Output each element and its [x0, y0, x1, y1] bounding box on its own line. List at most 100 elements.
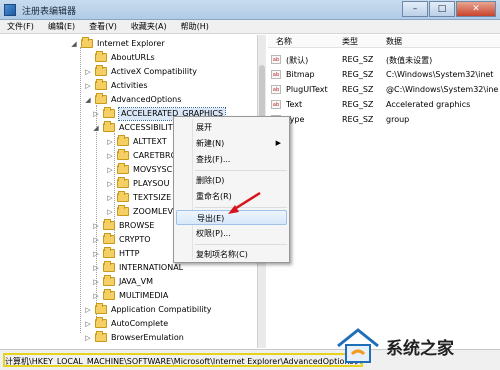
tree-item-activex-compatibility[interactable]: ▷ ActiveX Compatibility — [84, 65, 197, 78]
menu-view[interactable]: 查看(V) — [82, 20, 124, 33]
folder-icon — [95, 65, 107, 76]
tree-item-label: AboutURLs — [111, 52, 155, 62]
expand-icon[interactable]: ▷ — [92, 278, 100, 286]
regedit-icon — [4, 4, 16, 16]
string-value-icon: ab — [271, 70, 281, 79]
window-title: 注册表编辑器 — [22, 7, 77, 17]
tree-item-international[interactable]: ▷ INTERNATIONAL — [92, 261, 183, 274]
tree-item-label: ActiveX Compatibility — [111, 66, 197, 76]
tree-item-browse[interactable]: ▷ BROWSE — [92, 219, 154, 232]
value-row[interactable]: ab PlugUIText REG_SZ @C:\Windows\System3… — [268, 83, 500, 97]
folder-icon — [117, 149, 129, 160]
value-type: REG_SZ — [342, 55, 374, 64]
value-row[interactable]: ab Type REG_SZ group — [268, 113, 500, 127]
column-data-header[interactable]: 数据 — [386, 36, 402, 47]
menu-file[interactable]: 文件(F) — [0, 20, 41, 33]
expand-icon[interactable]: ▷ — [106, 194, 114, 202]
value-row[interactable]: ab Bitmap REG_SZ C:\Windows\System32\ine… — [268, 68, 500, 82]
tree-item-activities[interactable]: ▷ Activities — [84, 79, 148, 92]
expand-icon[interactable]: ▷ — [106, 166, 114, 174]
folder-icon — [103, 289, 115, 300]
tree-item-label: TEXTSIZE — [133, 192, 172, 202]
expand-icon[interactable]: ▷ — [92, 292, 100, 300]
expand-icon[interactable]: ▷ — [92, 236, 100, 244]
collapse-icon[interactable]: ◢ — [92, 124, 100, 132]
tree-item-zoomlevel[interactable]: ▷ ZOOMLEV — [106, 205, 173, 218]
tree-item-application-compatibility[interactable]: ▷ Application Compatibility — [84, 303, 211, 316]
expand-icon[interactable]: ▷ — [106, 152, 114, 160]
expand-icon[interactable]: ▷ — [92, 222, 100, 230]
value-name: (默认) — [286, 56, 309, 65]
expand-icon[interactable]: ▷ — [84, 82, 92, 90]
menu-item-delete[interactable]: 删除(D) — [176, 173, 287, 188]
menu-help[interactable]: 帮助(H) — [174, 20, 216, 33]
tree-item-crypto[interactable]: ▷ CRYPTO — [92, 233, 151, 246]
value-name: PlugUIText — [286, 85, 328, 94]
value-data: (数值未设置) — [386, 56, 433, 65]
column-name-header[interactable]: 名称 — [276, 36, 292, 47]
title-bar: 注册表编辑器 – □ ✕ — [0, 0, 500, 20]
tree-item-multimedia[interactable]: ▷ MULTIMEDIA — [92, 289, 168, 302]
window-controls: – □ ✕ — [401, 1, 496, 18]
menu-item-label: 导出(E) — [197, 214, 225, 223]
tree-item-label: Internet Explorer — [97, 38, 165, 48]
expand-icon[interactable]: ▷ — [106, 138, 114, 146]
maximize-button[interactable]: □ — [429, 1, 455, 17]
menu-edit[interactable]: 编辑(E) — [41, 20, 82, 33]
collapse-icon[interactable]: ◢ — [70, 40, 78, 48]
tree-item-java-vm[interactable]: ▷ JAVA_VM — [92, 275, 153, 288]
tree-item-http[interactable]: ▷ HTTP — [92, 247, 139, 260]
value-row[interactable]: ab Text REG_SZ Accelerated graphics — [268, 98, 500, 112]
folder-icon — [103, 233, 115, 244]
tree-item-label: ALTTEXT — [133, 136, 167, 146]
watermark-text: 系统之家 — [386, 338, 454, 359]
value-data: Accelerated graphics — [386, 100, 471, 109]
tree-item-advancedoptions[interactable]: ◢ AdvancedOptions — [84, 93, 181, 106]
menu-item-label: 查找(F)... — [196, 155, 231, 164]
expand-icon[interactable]: ▷ — [106, 208, 114, 216]
tree-item-alttext[interactable]: ▷ ALTTEXT — [106, 135, 167, 148]
tree-item-accessibility[interactable]: ◢ ACCESSIBILITY — [92, 121, 178, 134]
tree-item-movsyscaret[interactable]: ▷ MOVSYSC — [106, 163, 172, 176]
menu-item-copy-key-name[interactable]: 复制项名称(C) — [176, 247, 287, 262]
folder-icon — [95, 317, 107, 328]
tree-item-label: CRYPTO — [119, 234, 151, 244]
tree-item-autocomplete[interactable]: ▷ AutoComplete — [84, 317, 168, 330]
tree-item-label: Activities — [111, 80, 148, 90]
tree-item-label: BrowserEmulation — [111, 332, 184, 342]
expand-icon[interactable]: ▷ — [84, 334, 92, 342]
tree-item-caretbrowsing[interactable]: ▷ CARETBRO — [106, 149, 177, 162]
tree-item-textsize[interactable]: ▷ TEXTSIZE — [106, 191, 171, 204]
menu-item-permissions[interactable]: 权限(P)... — [176, 226, 287, 241]
expand-icon[interactable]: ▷ — [92, 110, 100, 118]
menu-favorites[interactable]: 收藏夹(A) — [124, 20, 174, 33]
expand-icon[interactable]: ▷ — [92, 264, 100, 272]
expand-icon[interactable]: ▷ — [84, 68, 92, 76]
tree-item-label: INTERNATIONAL — [119, 262, 184, 272]
tree-item-playsounds[interactable]: ▷ PLAYSOU — [106, 177, 169, 190]
expand-icon[interactable]: ▷ — [106, 180, 114, 188]
close-button[interactable]: ✕ — [456, 1, 496, 17]
tree-item-label: CARETBRO — [133, 150, 177, 160]
folder-open-icon — [103, 121, 115, 132]
tree-item-label: PLAYSOU — [133, 178, 170, 188]
menu-separator — [195, 244, 287, 245]
string-value-icon: ab — [271, 100, 281, 109]
tree-item-internet-explorer[interactable]: ◢ Internet Explorer — [70, 37, 165, 50]
menu-item-label: 展开 — [196, 123, 212, 132]
value-row[interactable]: ab (默认) REG_SZ (数值未设置) — [268, 53, 500, 67]
tree-item-aboutusrls[interactable]: AboutURLs — [84, 51, 155, 64]
expand-icon[interactable]: ▷ — [84, 320, 92, 328]
menu-item-find[interactable]: 查找(F)... — [176, 152, 287, 167]
menu-item-expand[interactable]: 展开 — [176, 120, 287, 135]
minimize-button[interactable]: – — [402, 1, 428, 17]
string-value-icon: ab — [271, 55, 281, 64]
collapse-icon[interactable]: ◢ — [84, 96, 92, 104]
expand-icon[interactable]: ▷ — [84, 306, 92, 314]
value-data: C:\Windows\System32\inet — [386, 70, 494, 79]
expand-icon[interactable]: ▷ — [92, 250, 100, 258]
menu-item-label: 复制项名称(C) — [196, 250, 248, 259]
menu-item-new[interactable]: 新建(N) ▶ — [176, 136, 287, 151]
column-type-header[interactable]: 类型 — [342, 36, 358, 47]
tree-item-browseremulation[interactable]: ▷ BrowserEmulation — [84, 331, 184, 344]
